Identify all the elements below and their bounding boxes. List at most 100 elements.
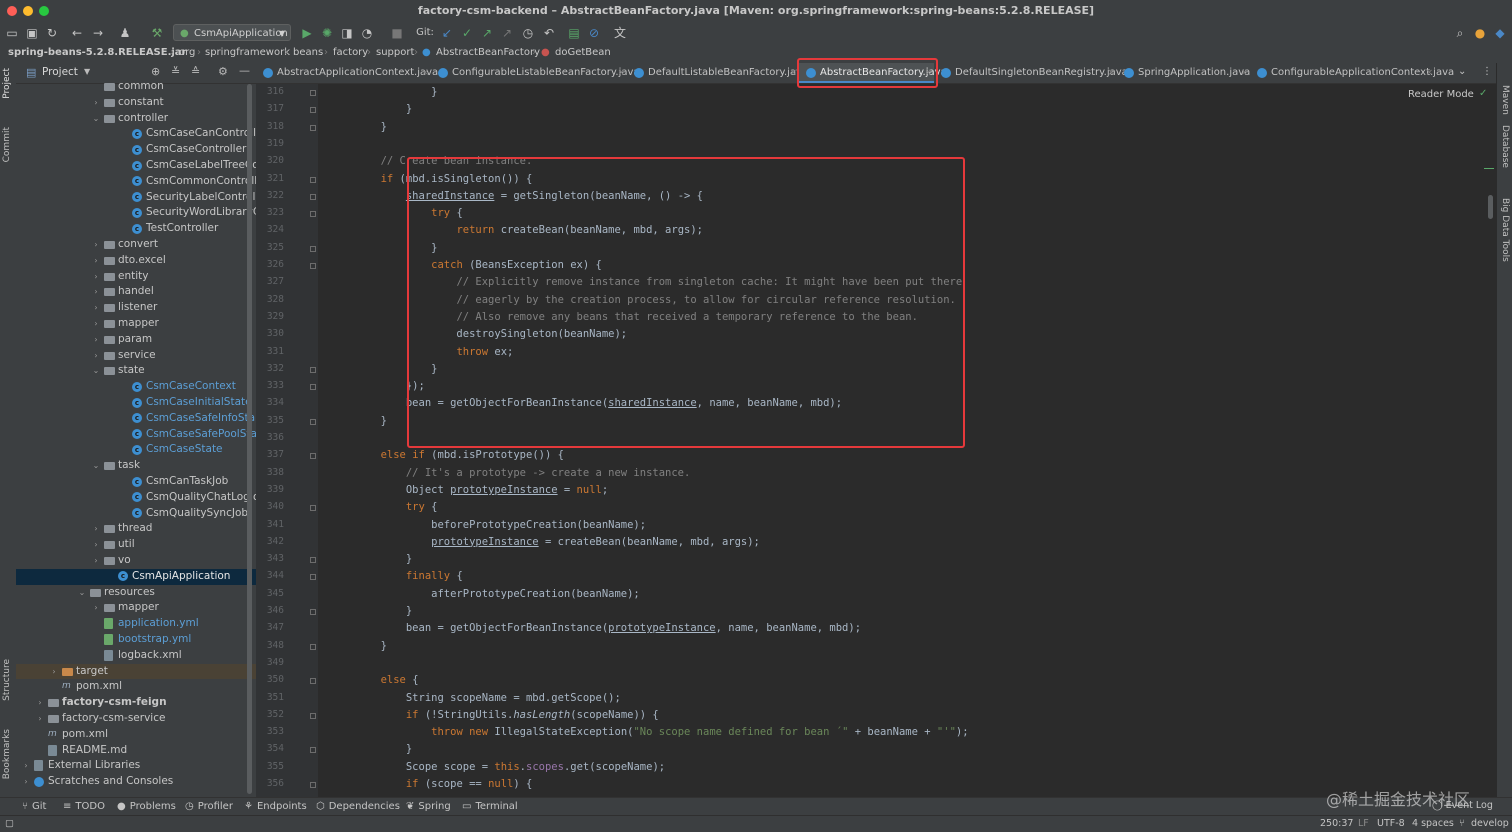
forward-arrow-icon[interactable]: → [91, 26, 105, 40]
tree-item[interactable]: › constant [16, 95, 256, 111]
fold-marker-icon[interactable] [310, 782, 316, 788]
commit-tool-tab[interactable]: Commit [2, 127, 12, 162]
project-scrollbar[interactable] [247, 84, 252, 794]
run-icon[interactable]: ▶ [300, 26, 314, 40]
code-line[interactable]: } [330, 101, 412, 118]
git-fetch-icon[interactable]: ↗ [500, 26, 514, 40]
tree-item[interactable]: m pom.xml [16, 679, 256, 695]
git-history-icon[interactable]: ◷ [521, 26, 535, 40]
terminal-icon[interactable]: ▤ [567, 26, 581, 40]
code-line[interactable]: bean = getObjectForBeanInstance(prototyp… [330, 620, 861, 637]
code-line[interactable]: else if (mbd.isPrototype()) { [330, 447, 564, 464]
tree-item[interactable]: › handel [16, 284, 256, 300]
fold-marker-icon[interactable] [310, 609, 316, 615]
search-icon[interactable]: ⌕ [1453, 26, 1467, 40]
tree-item[interactable]: logback.xml [16, 648, 256, 664]
code-line[interactable]: } [330, 741, 412, 758]
fold-marker-icon[interactable] [310, 263, 316, 269]
disable-icon[interactable]: ⊘ [587, 26, 601, 40]
code-line[interactable]: } [330, 638, 387, 655]
bottom-tool-dependencies[interactable]: ⬡ Dependencies [316, 801, 400, 812]
editor-tab[interactable]: AbstractApplicationContext.java × [256, 63, 438, 83]
chevron-right-icon[interactable]: › [92, 537, 100, 553]
structure-tool-tab[interactable]: Structure [2, 659, 12, 701]
code-line[interactable]: throw new IllegalStateException("No scop… [330, 724, 968, 741]
fold-marker-icon[interactable] [310, 678, 316, 685]
chevron-down-icon[interactable]: ⌄ [92, 363, 100, 379]
translate-icon[interactable]: 文 [613, 26, 627, 40]
tree-item[interactable]: › util [16, 537, 256, 553]
panel-toggle-icon[interactable]: ▢ [5, 818, 14, 829]
close-tab-icon[interactable]: × [789, 63, 797, 83]
bottom-tool-endpoints[interactable]: ⚘ Endpoints [244, 801, 307, 812]
code-line[interactable]: // It's a prototype -> create a new inst… [330, 465, 690, 482]
fold-marker-icon[interactable] [310, 90, 316, 96]
fold-marker-icon[interactable] [310, 505, 316, 512]
code-line[interactable]: String scopeName = mbd.getScope(); [330, 690, 621, 707]
chevron-down-icon[interactable]: ⌄ [92, 458, 100, 474]
tree-item[interactable]: › entity [16, 269, 256, 285]
tree-item[interactable]: c CsmCaseSafePoolSta [16, 427, 256, 443]
tree-item[interactable]: c CsmQualityChatLogJo [16, 490, 256, 506]
chevron-right-icon[interactable]: › [50, 664, 58, 680]
tree-item[interactable]: application.yml [16, 616, 256, 632]
project-tool-tab[interactable]: Project [2, 68, 12, 99]
collapse-all-icon[interactable]: ≙ [191, 65, 200, 78]
breadcrumb-class[interactable]: AbstractBeanFactory [436, 47, 540, 58]
chevron-right-icon[interactable]: › [92, 332, 100, 348]
code-line[interactable]: } [330, 603, 412, 620]
bottom-tool-problems[interactable]: ● Problems [117, 801, 176, 812]
tree-item[interactable]: › vo [16, 553, 256, 569]
chevron-right-icon[interactable]: › [22, 774, 30, 790]
code-line[interactable]: else { [330, 672, 419, 689]
tree-item[interactable]: common [16, 79, 256, 95]
caret-position[interactable]: 250:37 [1320, 818, 1353, 829]
close-tab-icon[interactable]: × [421, 63, 429, 83]
editor-scrollbar[interactable] [1488, 195, 1493, 219]
breadcrumb-beans[interactable]: beans [293, 47, 323, 58]
tree-item[interactable]: README.md [16, 743, 256, 759]
chevron-right-icon[interactable]: › [92, 95, 100, 111]
bottom-tool-todo[interactable]: ≡ TODO [63, 801, 105, 812]
code-line[interactable]: Object prototypeInstance = null; [330, 482, 608, 499]
code-line[interactable]: } [330, 119, 387, 136]
tree-item[interactable]: bootstrap.yml [16, 632, 256, 648]
tree-item[interactable]: › service [16, 348, 256, 364]
fold-marker-icon[interactable] [310, 574, 316, 581]
code-line[interactable]: } [330, 551, 412, 568]
close-tab-icon[interactable]: × [1240, 63, 1248, 83]
tree-item[interactable]: c CsmCaseController [16, 142, 256, 158]
chevron-right-icon[interactable]: › [92, 348, 100, 364]
breadcrumb-org[interactable]: org [179, 47, 195, 58]
tree-item[interactable]: c CsmCaseLabelTreeCo [16, 158, 256, 174]
chevron-down-icon[interactable]: ⌄ [92, 111, 100, 127]
coverage-icon[interactable]: ◨ [340, 26, 354, 40]
expand-all-icon[interactable]: ≚ [171, 65, 180, 78]
editor-tab[interactable]: ConfigurableListableBeanFactory.java × [431, 63, 640, 83]
tree-item[interactable]: › factory-csm-service [16, 711, 256, 727]
run-configuration-select[interactable]: ● CsmApiApplication ▼ [173, 24, 291, 41]
tree-item[interactable]: c CsmCaseSafeInfoSta [16, 411, 256, 427]
git-commit-icon[interactable]: ✓ [460, 26, 474, 40]
tab-overflow-icon[interactable]: ⌄ [1458, 66, 1466, 77]
chevron-right-icon[interactable]: › [22, 758, 30, 774]
chevron-right-icon[interactable]: › [92, 269, 100, 285]
tree-item[interactable]: › target [16, 663, 256, 680]
tree-item[interactable]: m pom.xml [16, 727, 256, 743]
locate-icon[interactable]: ⊕ [151, 65, 160, 78]
reader-mode-toggle[interactable]: Reader Mode [1408, 89, 1474, 100]
close-tab-icon[interactable]: × [1107, 63, 1115, 83]
bottom-tool-profiler[interactable]: ◷ Profiler [185, 801, 233, 812]
tree-item[interactable]: c CsmCaseState [16, 442, 256, 458]
file-encoding[interactable]: UTF-8 [1377, 818, 1405, 829]
fold-marker-icon[interactable] [310, 712, 316, 719]
code-line[interactable]: finally { [330, 568, 463, 585]
fold-marker-icon[interactable] [310, 211, 316, 218]
editor-tab[interactable]: DefaultSingletonBeanRegistry.java × [934, 63, 1128, 83]
tree-item[interactable]: c TestController [16, 221, 256, 237]
save-icon[interactable]: ▣ [25, 26, 39, 40]
code-line[interactable]: if (scope == null) { [330, 776, 532, 793]
tree-item[interactable]: › convert [16, 237, 256, 253]
line-separator[interactable]: LF [1358, 818, 1369, 829]
chevron-right-icon[interactable]: › [92, 284, 100, 300]
